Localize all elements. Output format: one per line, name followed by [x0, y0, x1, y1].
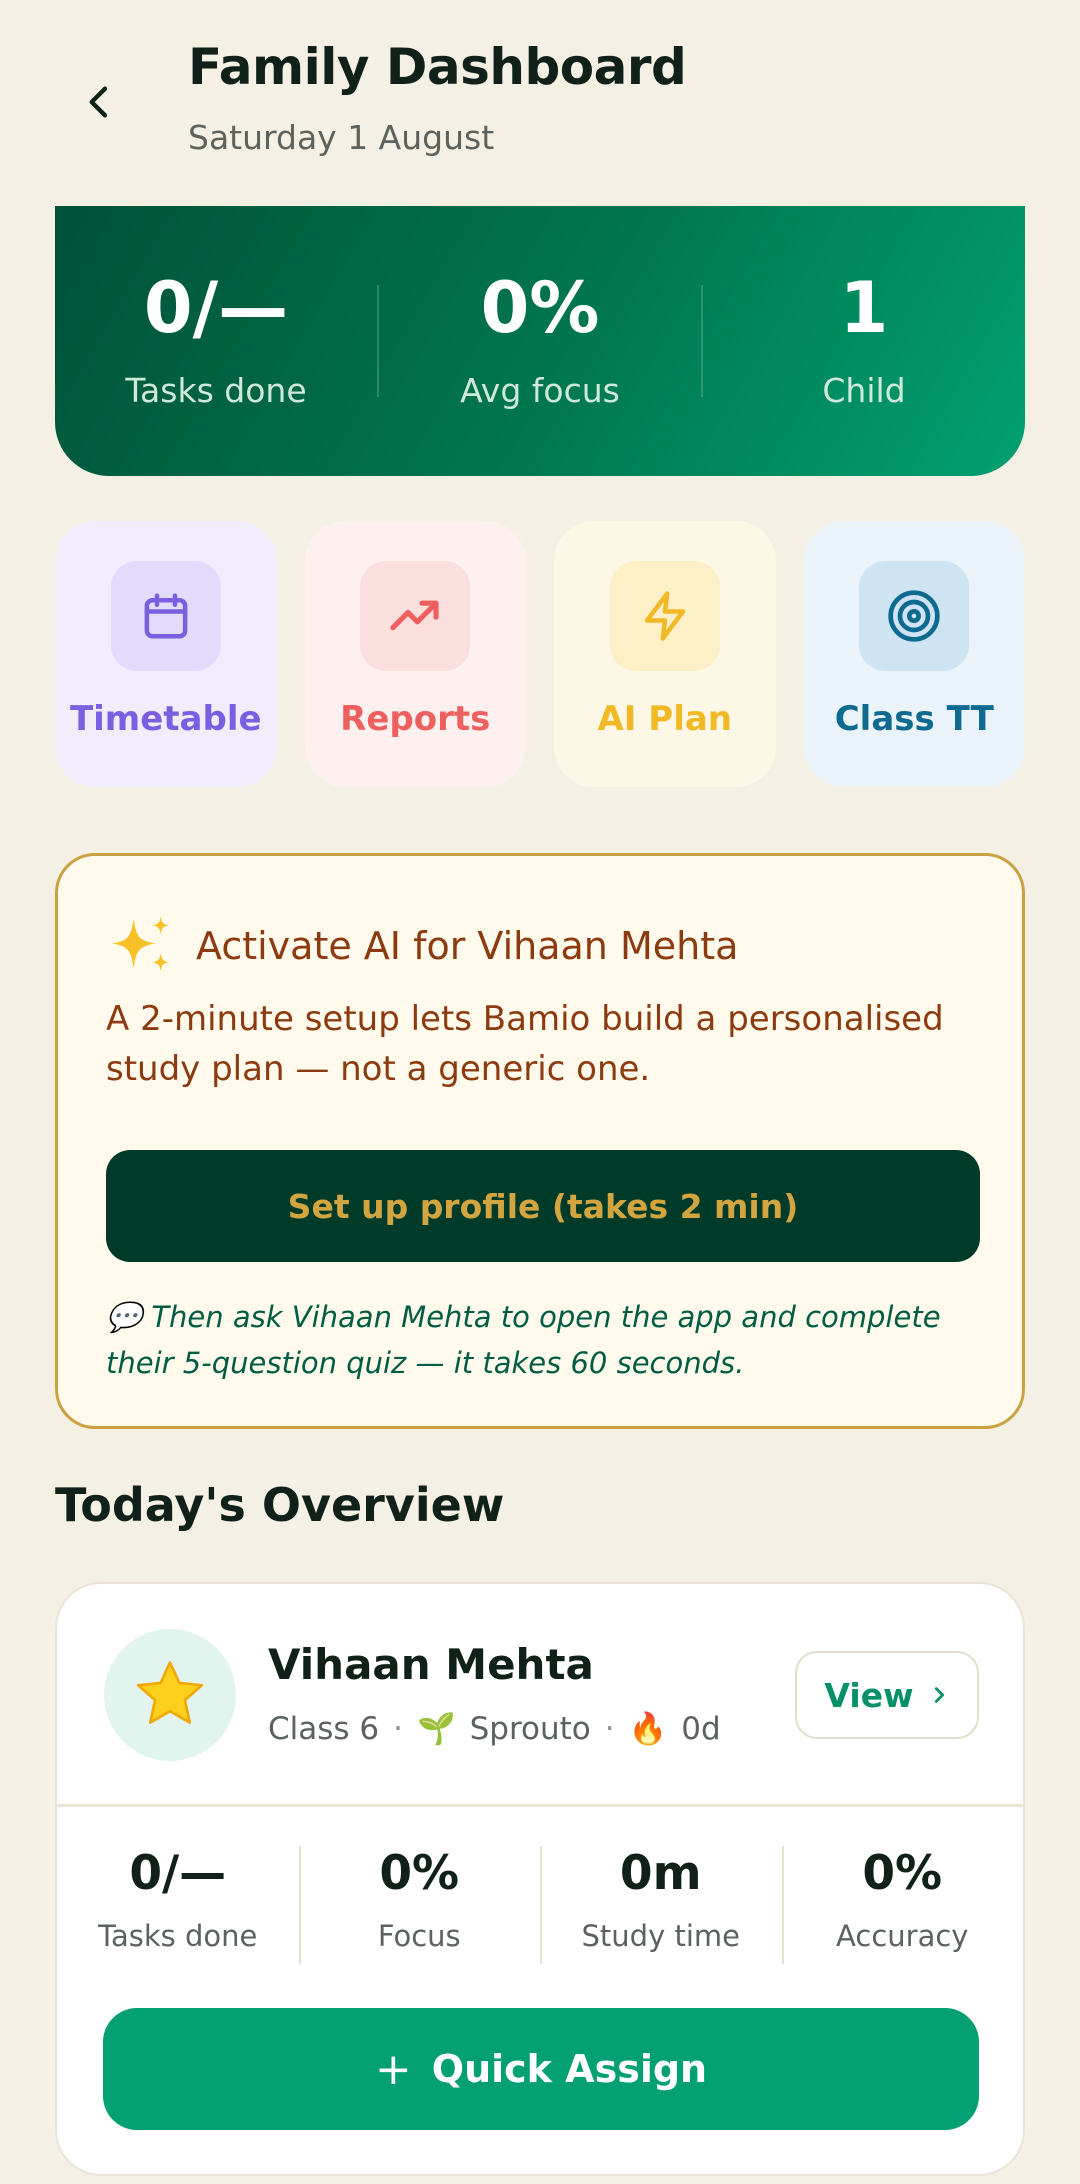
divider: [57, 1804, 1023, 1807]
timetable-icon-box: [110, 561, 221, 671]
calendar-icon: [144, 593, 188, 639]
ai-card-note: 💬 Then ask Vihaan Mehta to open the app …: [106, 1294, 986, 1386]
trending-up-icon: [390, 600, 439, 631]
ai-card-description: A 2-minute setup lets Bamio build a pers…: [106, 999, 944, 1089]
avatar: [104, 1629, 236, 1761]
tile-label: AI Plan: [597, 699, 733, 739]
page-title: Family Dashboard: [188, 38, 687, 96]
stat-value: 0m: [619, 1846, 702, 1901]
stat-label: Tasks done: [98, 1919, 258, 1953]
separator-dot: ·: [393, 1710, 403, 1747]
summary-tasks-done-value: 0/—: [143, 266, 289, 349]
child-stat-tasks-done: 0/— Tasks done: [57, 1840, 299, 1964]
quick-actions: Timetable Reports AI Plan Class TT: [55, 521, 1025, 787]
ai-card-note-text: Then ask Vihaan Mehta to open the app an…: [106, 1300, 941, 1380]
class-tt-icon-box: [859, 561, 970, 671]
plus-icon: +: [374, 2043, 412, 2095]
child-name: Vihaan Mehta: [268, 1640, 594, 1689]
child-stat-accuracy: 0% Accuracy: [781, 1840, 1024, 1964]
chevron-left-icon: [89, 86, 108, 118]
star-icon: [136, 1661, 204, 1724]
ai-card-title: Activate AI for Vihaan Mehta: [196, 924, 739, 968]
summary-children-label: Child: [822, 370, 906, 410]
child-stats: 0/— Tasks done 0% Focus 0m Study time 0%…: [57, 1840, 1023, 1964]
stat-value: 0%: [379, 1846, 460, 1901]
header: Family Dashboard Saturday 1 August: [0, 0, 1080, 200]
lightning-icon: [644, 591, 685, 641]
tile-label: Reports: [340, 699, 491, 739]
child-card: Vihaan Mehta Class 6 · 🌱 Sprouto · 🔥 0d …: [55, 1582, 1025, 2176]
child-streak: 0d: [681, 1710, 721, 1747]
chevron-right-icon: [934, 1687, 944, 1703]
view-child-button[interactable]: View: [795, 1651, 979, 1739]
child-meta: Class 6 · 🌱 Sprouto · 🔥 0d: [268, 1710, 721, 1748]
setup-profile-button[interactable]: Set up profile (takes 2 min): [106, 1150, 980, 1262]
tile-label: Timetable: [69, 699, 262, 739]
section-title: Today's Overview: [55, 1478, 505, 1532]
summary-tasks-done-label: Tasks done: [125, 370, 307, 410]
summary-avg-focus: 0% Avg focus: [379, 273, 701, 410]
summary-tasks-done: 0/— Tasks done: [55, 273, 377, 410]
child-class: Class 6: [268, 1710, 380, 1747]
child-stat-study-time: 0m Study time: [540, 1840, 782, 1964]
back-button[interactable]: [70, 72, 130, 132]
quick-assign-label: Quick Assign: [431, 2047, 708, 2091]
separator-dot: ·: [604, 1710, 615, 1747]
stat-value: 0%: [862, 1846, 943, 1901]
activate-ai-card: Activate AI for Vihaan Mehta A 2-minute …: [55, 853, 1025, 1429]
stat-value: 0/—: [129, 1846, 227, 1901]
target-icon: [888, 590, 940, 642]
tile-timetable[interactable]: Timetable: [55, 521, 277, 787]
child-level: Sprouto: [469, 1710, 591, 1747]
stat-label: Study time: [581, 1919, 740, 1953]
tile-ai-plan[interactable]: AI Plan: [554, 521, 776, 787]
summary-avg-focus-value: 0%: [480, 266, 600, 349]
sparkles-icon: [111, 916, 170, 972]
child-stat-focus: 0% Focus: [298, 1840, 541, 1964]
speech-bubble-icon: 💬: [106, 1300, 143, 1334]
ai-card-header: Activate AI for Vihaan Mehta: [106, 914, 738, 978]
summary-children-value: 1: [839, 266, 889, 349]
fire-icon: 🔥: [628, 1711, 668, 1747]
tile-reports[interactable]: Reports: [304, 521, 526, 787]
quick-assign-button[interactable]: + Quick Assign: [103, 2008, 979, 2130]
tile-label: Class TT: [834, 699, 994, 739]
ai-plan-icon-box: [609, 561, 720, 671]
view-button-label: View: [824, 1675, 914, 1715]
reports-icon-box: [360, 561, 471, 671]
seedling-icon: 🌱: [417, 1711, 456, 1747]
page-date: Saturday 1 August: [188, 118, 495, 157]
stat-label: Accuracy: [836, 1919, 969, 1953]
summary-banner: 0/— Tasks done 0% Avg focus 1 Child: [55, 206, 1025, 476]
summary-children: 1 Child: [703, 273, 1025, 410]
tile-class-tt[interactable]: Class TT: [803, 521, 1025, 787]
summary-avg-focus-label: Avg focus: [460, 370, 620, 410]
stat-label: Focus: [377, 1919, 461, 1953]
